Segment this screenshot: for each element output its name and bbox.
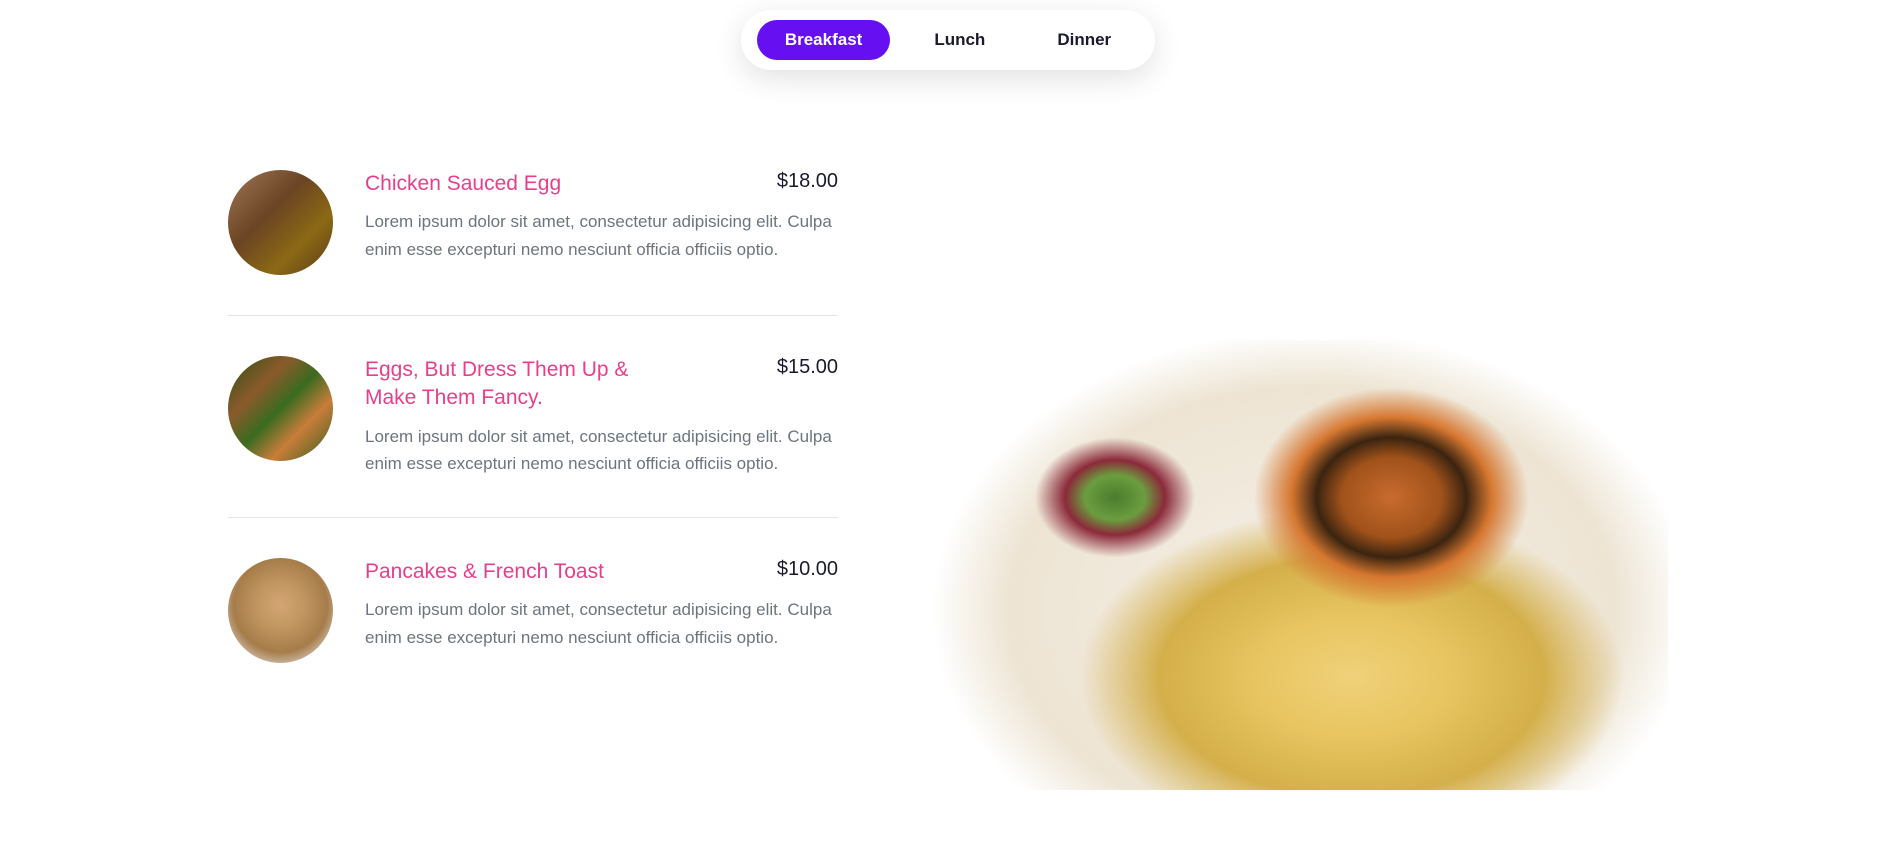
menu-item-description: Lorem ipsum dolor sit amet, consectetur … bbox=[365, 596, 838, 650]
menu-item-name: Chicken Sauced Egg bbox=[365, 170, 561, 198]
menu-item-price: $18.00 bbox=[777, 170, 838, 193]
menu-item-price: $10.00 bbox=[777, 558, 838, 581]
menu-item-details: Chicken Sauced Egg $18.00 Lorem ipsum do… bbox=[365, 170, 838, 275]
meal-tabs: Breakfast Lunch Dinner bbox=[741, 10, 1155, 70]
menu-item-name: Eggs, But Dress Them Up & Make Them Fanc… bbox=[365, 356, 685, 413]
content-area: Chicken Sauced Egg $18.00 Lorem ipsum do… bbox=[168, 170, 1728, 790]
menu-item-price: $15.00 bbox=[777, 356, 838, 379]
menu-item-name: Pancakes & French Toast bbox=[365, 558, 604, 586]
menu-item-image bbox=[228, 170, 333, 275]
menu-item-header: Chicken Sauced Egg $18.00 bbox=[365, 170, 838, 198]
tab-dinner[interactable]: Dinner bbox=[1029, 20, 1139, 60]
tabs-container: Breakfast Lunch Dinner bbox=[0, 10, 1896, 70]
menu-item-header: Pancakes & French Toast $10.00 bbox=[365, 558, 838, 586]
menu-item: Eggs, But Dress Them Up & Make Them Fanc… bbox=[228, 316, 838, 518]
hero-dish-image bbox=[878, 340, 1668, 790]
tab-breakfast[interactable]: Breakfast bbox=[757, 20, 891, 60]
menu-item: Pancakes & French Toast $10.00 Lorem ips… bbox=[228, 518, 838, 703]
menu-item-image bbox=[228, 558, 333, 663]
menu-item-details: Pancakes & French Toast $10.00 Lorem ips… bbox=[365, 558, 838, 663]
menu-item-description: Lorem ipsum dolor sit amet, consectetur … bbox=[365, 423, 838, 477]
menu-item-image bbox=[228, 356, 333, 461]
menu-list: Chicken Sauced Egg $18.00 Lorem ipsum do… bbox=[228, 170, 838, 703]
menu-item-description: Lorem ipsum dolor sit amet, consectetur … bbox=[365, 208, 838, 262]
menu-item: Chicken Sauced Egg $18.00 Lorem ipsum do… bbox=[228, 170, 838, 316]
menu-item-header: Eggs, But Dress Them Up & Make Them Fanc… bbox=[365, 356, 838, 413]
tab-lunch[interactable]: Lunch bbox=[906, 20, 1013, 60]
menu-item-details: Eggs, But Dress Them Up & Make Them Fanc… bbox=[365, 356, 838, 477]
